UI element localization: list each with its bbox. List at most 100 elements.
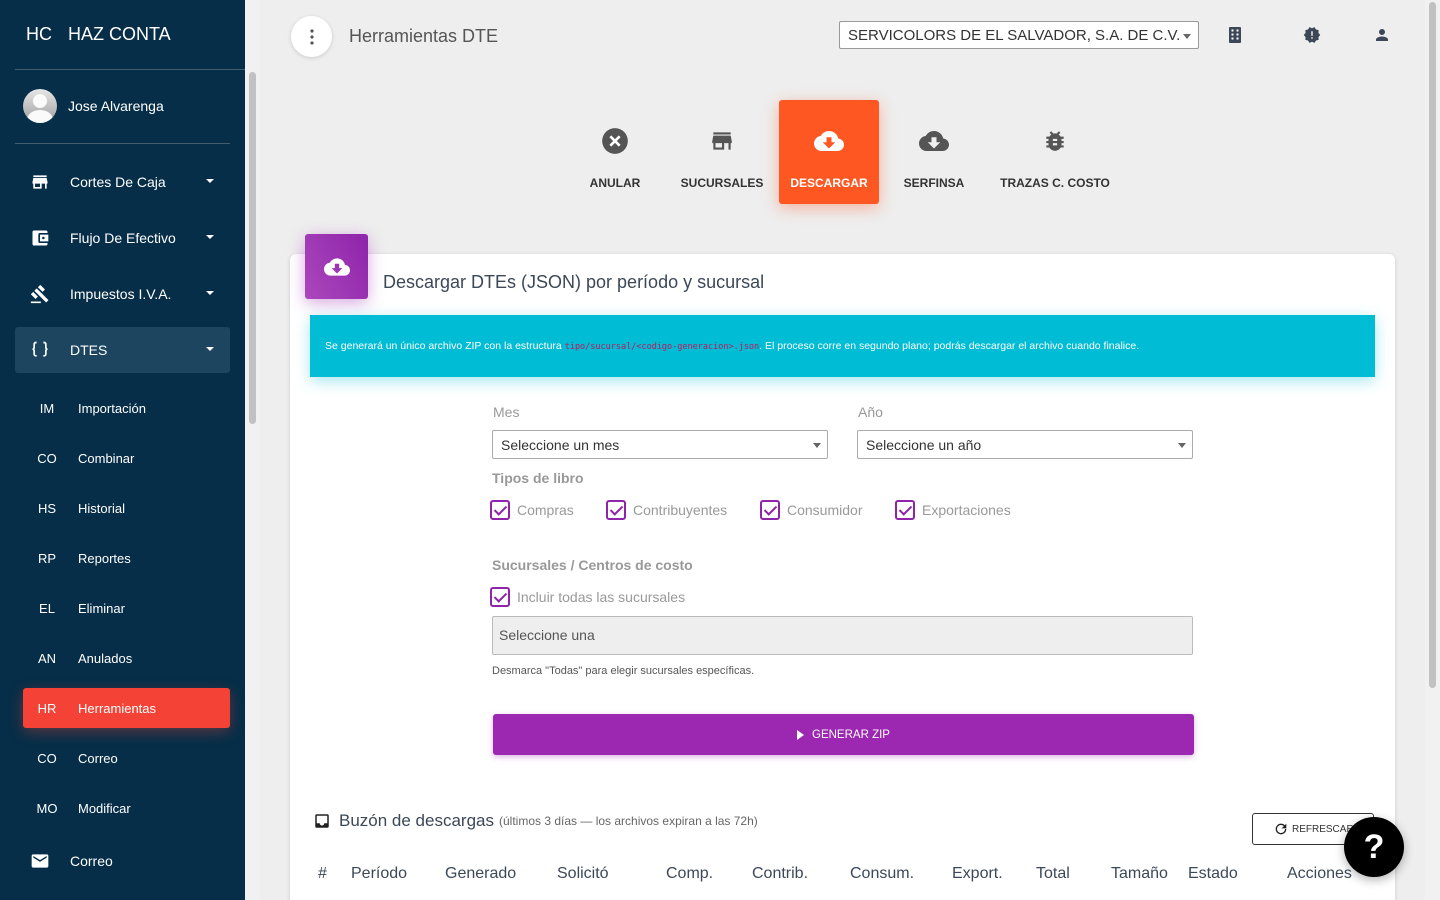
user-profile[interactable]: Jose Alvarenga bbox=[23, 89, 164, 123]
year-select-value: Seleccione un año bbox=[866, 437, 982, 453]
month-select[interactable]: Seleccione un mes bbox=[492, 430, 828, 459]
column-header: Comp. bbox=[666, 865, 714, 882]
cloud-download-icon bbox=[919, 126, 949, 156]
sidebar: HC HAZ CONTA Jose Alvarenga Cortes De Ca… bbox=[0, 0, 260, 900]
check-icon bbox=[895, 500, 915, 520]
sidebar-subitem-combinar[interactable]: CO Combinar bbox=[23, 438, 230, 478]
column-header: Período bbox=[351, 865, 408, 882]
help-button[interactable]: ? bbox=[1344, 817, 1404, 877]
sidebar-subitem-reportes[interactable]: RP Reportes bbox=[23, 538, 230, 578]
help-label: ? bbox=[1363, 827, 1385, 866]
more-vert-icon bbox=[309, 28, 314, 45]
tab-anular[interactable]: ANULAR bbox=[575, 100, 655, 204]
checkbox-label: Exportaciones bbox=[922, 502, 1011, 518]
mail-icon bbox=[28, 849, 52, 873]
play-icon bbox=[797, 729, 805, 740]
subitem-abbr: AN bbox=[37, 650, 57, 666]
subitem-label: Eliminar bbox=[78, 600, 125, 616]
sidebar-subitem-historial[interactable]: HS Historial bbox=[23, 488, 230, 528]
sidebar-subitem-modificar[interactable]: MO Modificar bbox=[23, 788, 230, 828]
sidebar-subitem-eliminar[interactable]: EL Eliminar bbox=[23, 588, 230, 628]
subitem-label: Anulados bbox=[78, 650, 133, 666]
tab-descargar[interactable]: DESCARGAR bbox=[779, 100, 879, 204]
tab-label: SUCURSALES bbox=[680, 176, 764, 190]
main-scrollbar[interactable] bbox=[1425, 0, 1440, 900]
button-label: REFRESCAR bbox=[1292, 823, 1354, 835]
sidebar-item-label: Flujo De Efectivo bbox=[70, 230, 176, 246]
generate-zip-button[interactable]: GENERAR ZIP bbox=[493, 714, 1194, 755]
sidebar-item-impuestos-iva[interactable]: Impuestos I.V.A. bbox=[15, 271, 230, 317]
sidebar-item-flujo-de-efectivo[interactable]: Flujo De Efectivo bbox=[15, 215, 230, 261]
subitem-abbr: HS bbox=[37, 500, 57, 516]
sidebar-subitem-importacion[interactable]: IM Importación bbox=[23, 388, 230, 428]
checkbox-compras[interactable]: Compras bbox=[490, 500, 574, 520]
sidebar-subitem-herramientas[interactable]: HR Herramientas bbox=[23, 688, 230, 728]
subitem-label: Correo bbox=[78, 750, 118, 766]
sidebar-subitem-anulados[interactable]: AN Anulados bbox=[23, 638, 230, 678]
tab-label: SERFINSA bbox=[903, 176, 965, 190]
checkbox-contribuyentes[interactable]: Contribuyentes bbox=[606, 500, 727, 520]
company-select[interactable]: SERVICOLORS DE EL SALVADOR, S.A. DE C.V. bbox=[839, 21, 1199, 49]
sidebar-item-correo[interactable]: Correo bbox=[15, 838, 230, 884]
subitem-label: Reportes bbox=[78, 550, 131, 566]
cloud-download-icon bbox=[814, 126, 844, 156]
column-header: Export. bbox=[952, 865, 1003, 882]
checkbox-label: Compras bbox=[517, 502, 574, 518]
sidebar-item-label: DTES bbox=[70, 342, 108, 358]
info-text: . El proceso corre en segundo plano; pod… bbox=[759, 340, 1140, 352]
refresh-icon bbox=[1273, 821, 1292, 837]
year-select[interactable]: Seleccione un año bbox=[857, 430, 1193, 459]
sidebar-scrollbar[interactable] bbox=[245, 0, 260, 900]
year-label: Año bbox=[858, 404, 883, 420]
subitem-label: Combinar bbox=[78, 450, 135, 466]
subitem-label: Importación bbox=[78, 400, 146, 416]
info-alert: Se generará un único archivo ZIP con la … bbox=[310, 315, 1375, 377]
scrollbar-thumb[interactable] bbox=[1429, 2, 1436, 688]
branch-select[interactable]: Seleccione una bbox=[492, 616, 1193, 655]
subitem-label: Modificar bbox=[78, 800, 131, 816]
checkbox-exportaciones[interactable]: Exportaciones bbox=[895, 500, 1011, 520]
book-types-title: Tipos de libro bbox=[492, 470, 584, 486]
subitem-abbr: MO bbox=[36, 800, 58, 816]
menu-toggle-button[interactable] bbox=[291, 16, 332, 57]
checkbox-all-branches[interactable]: Incluir todas las sucursales bbox=[490, 587, 685, 607]
checkbox-consumidor[interactable]: Consumidor bbox=[760, 500, 862, 520]
bug-icon bbox=[1040, 126, 1070, 156]
building-icon[interactable] bbox=[1227, 26, 1245, 44]
person-icon[interactable] bbox=[1373, 26, 1391, 44]
card-title: Descargar DTEs (JSON) por período y sucu… bbox=[383, 272, 765, 292]
sidebar-item-cortes-de-caja[interactable]: Cortes De Caja bbox=[15, 159, 230, 205]
subitem-label: Historial bbox=[78, 500, 125, 516]
tab-label: ANULAR bbox=[589, 176, 641, 190]
inbox-title: Buzón de descargas bbox=[339, 811, 494, 830]
subitem-abbr: CO bbox=[37, 450, 57, 466]
month-label: Mes bbox=[493, 404, 520, 420]
alert-icon[interactable] bbox=[1303, 26, 1321, 44]
divider bbox=[15, 69, 245, 70]
checkbox-label: Consumidor bbox=[787, 502, 863, 518]
tab-trazas-c-costo[interactable]: TRAZAS C. COSTO bbox=[995, 100, 1115, 204]
column-header: Estado bbox=[1188, 865, 1238, 882]
avatar bbox=[23, 89, 57, 123]
scrollbar-thumb[interactable] bbox=[249, 72, 256, 424]
subitem-abbr: HR bbox=[37, 700, 57, 716]
check-icon bbox=[760, 500, 780, 520]
info-code: tipo/sucursal/<codigo-generacion>.json bbox=[564, 342, 760, 352]
downloads-inbox-header: Buzón de descargas (últimos 3 días — los… bbox=[313, 811, 758, 831]
sidebar-item-dtes[interactable]: DTES bbox=[15, 327, 230, 373]
column-header: Generado bbox=[445, 865, 517, 882]
column-header: Acciones bbox=[1287, 865, 1352, 882]
cloud-download-icon bbox=[305, 234, 368, 299]
subitem-abbr: CO bbox=[37, 750, 57, 766]
brand-mini: HC bbox=[26, 24, 52, 44]
tab-serfinsa[interactable]: SERFINSA bbox=[894, 100, 974, 204]
sidebar-subitem-correo[interactable]: CO Correo bbox=[23, 738, 230, 778]
subitem-label: Herramientas bbox=[78, 700, 157, 716]
page-title: Herramientas DTE bbox=[349, 26, 499, 46]
tab-sucursales[interactable]: SUCURSALES bbox=[677, 100, 767, 204]
company-select-value: SERVICOLORS DE EL SALVADOR, S.A. DE C.V. bbox=[848, 27, 1181, 44]
check-icon bbox=[490, 587, 510, 607]
column-header: Consum. bbox=[850, 865, 915, 882]
chevron-down-icon bbox=[1178, 443, 1186, 448]
brand[interactable]: HC HAZ CONTA bbox=[0, 0, 260, 70]
